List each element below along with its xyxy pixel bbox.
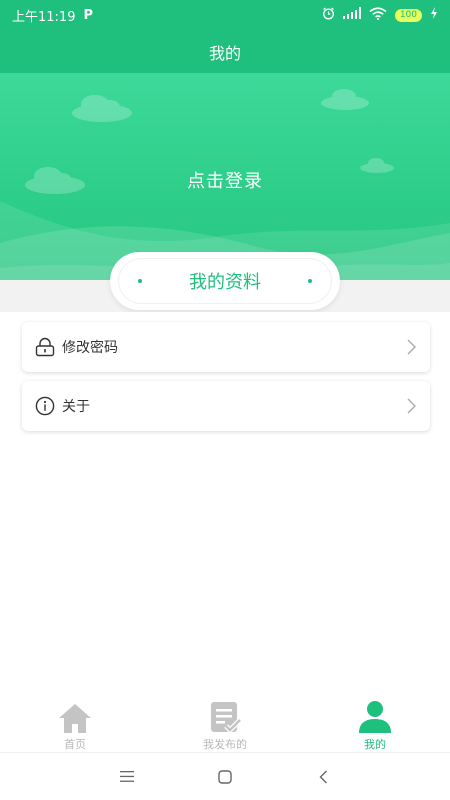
back-icon[interactable]: [313, 767, 333, 787]
status-time: 上午11:19: [12, 9, 76, 25]
bottom-tab-bar: 首页 我发布的 我的: [0, 700, 450, 752]
menu-icon[interactable]: [117, 767, 137, 787]
menu-item-change-password[interactable]: 修改密码: [22, 322, 430, 372]
home-square-icon[interactable]: [215, 767, 235, 787]
wifi-icon: [369, 6, 387, 24]
page-title-bar: 我的: [0, 30, 450, 73]
menu-item-about[interactable]: 关于: [22, 381, 430, 431]
chevron-right-icon: [407, 339, 416, 359]
battery-icon: 100: [394, 8, 422, 22]
profile-section-title: 我的资料: [189, 272, 261, 293]
chevron-right-icon: [407, 398, 416, 418]
login-button[interactable]: 点击登录: [0, 167, 450, 193]
profile-section-header: 我的资料: [110, 252, 340, 310]
signal-icon: [342, 7, 361, 23]
charging-icon: [430, 7, 438, 23]
tab-mine[interactable]: 我的: [300, 700, 450, 752]
tab-label: 首页: [64, 738, 86, 751]
decor-dot-right: [308, 279, 312, 283]
home-icon: [57, 700, 93, 734]
status-icons: 100: [322, 6, 438, 24]
tab-home[interactable]: 首页: [0, 700, 150, 752]
menu-item-label: 修改密码: [62, 340, 118, 356]
status-bar: 上午11:19 P 100: [0, 0, 450, 30]
user-icon: [357, 700, 393, 734]
app-indicator-icon: P: [83, 7, 93, 23]
decor-dot-left: [138, 279, 142, 283]
system-nav-bar: [0, 752, 450, 800]
alarm-icon: [322, 7, 335, 24]
published-doc-icon: [207, 700, 243, 734]
info-icon: [34, 395, 56, 417]
tab-label: 我的: [364, 738, 386, 751]
tab-published[interactable]: 我发布的: [150, 700, 300, 752]
tab-label: 我发布的: [203, 738, 247, 751]
page-title: 我的: [208, 43, 241, 63]
lock-icon: [34, 336, 56, 358]
menu-item-label: 关于: [62, 399, 90, 415]
